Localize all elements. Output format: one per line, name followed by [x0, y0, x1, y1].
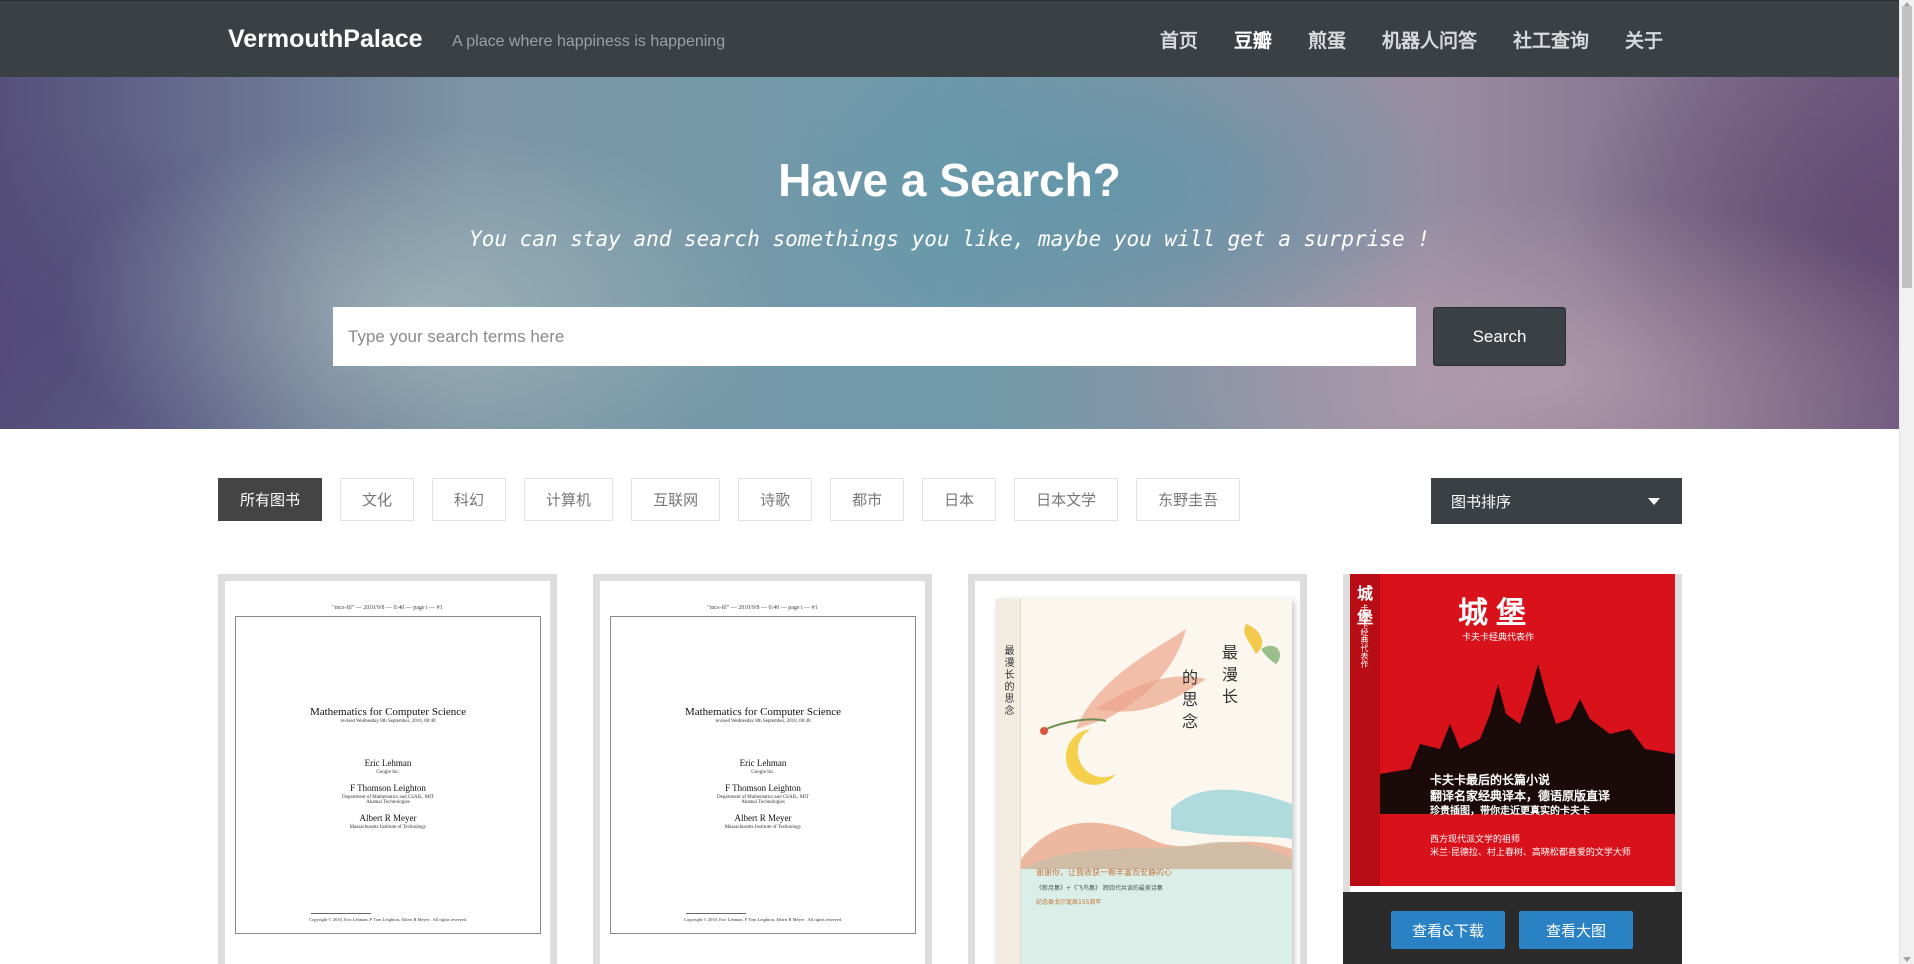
- pdf-author: Eric Lehman: [739, 758, 787, 768]
- nav-item-jandan[interactable]: 煎蛋: [1290, 26, 1364, 53]
- pdf-author: F Thomson Leighton: [725, 783, 801, 793]
- filter-scifi[interactable]: 科幻: [432, 478, 507, 521]
- promo-line: 珍贵插图，带你走近更真实的卡夫卡: [1430, 806, 1590, 817]
- pdf-frame: Mathematics for Computer Science revised…: [235, 616, 541, 934]
- book-promo: 卡夫卡最后的长篇小说 翻译名家经典译本，德语原版直译 珍贵插图，带你走近更真实的…: [1430, 772, 1610, 820]
- sort-label: 图书排序: [1451, 492, 1512, 511]
- book-spine: 最漫长的思念: [996, 599, 1021, 964]
- book-card[interactable]: "mcs-ftl" — 2010/9/8 — 0:40 — page i — #…: [593, 574, 932, 964]
- nav-item-robot-qa[interactable]: 机器人问答: [1364, 26, 1495, 53]
- pdf-affiliation: Department of Mathematics and CSAIL, MIT…: [717, 795, 809, 805]
- pdf-frame: Mathematics for Computer Science revised…: [610, 616, 916, 934]
- pdf-title: Mathematics for Computer Science: [309, 706, 467, 718]
- filter-higashino-keigo[interactable]: 东野圭吾: [1136, 478, 1241, 521]
- pdf-affiliation: Google Inc.: [751, 770, 775, 775]
- book-subtitle: 纪念泰戈尔诞辰155周年: [1036, 899, 1102, 906]
- book-title: 城堡: [1458, 596, 1534, 631]
- pdf-revised: revised Wednesday 8th September, 2010, 0…: [715, 719, 811, 724]
- view-download-button[interactable]: 查看&下载: [1391, 911, 1505, 949]
- main-nav: 首页 豆瓣 煎蛋 机器人问答 社工查询 关于: [1142, 1, 1681, 78]
- filter-computer[interactable]: 计算机: [524, 478, 614, 521]
- search-input[interactable]: [333, 307, 1416, 366]
- promo-line: 翻译名家经典译本，德语原版直译: [1430, 789, 1611, 803]
- book-cover-art: 城堡 卡夫卡经典代表作 城堡 卡夫卡经典代表作 卡夫卡最后的长篇小说 翻译名家经…: [1350, 574, 1675, 886]
- spine-title: 最漫长的思念: [1002, 645, 1013, 717]
- author-line: 西方现代派文学的祖师: [1430, 835, 1521, 845]
- book-authors: 西方现代派文学的祖师 米兰·昆德拉、村上春树、高晓松都喜爱的文学大师: [1430, 834, 1631, 860]
- filter-poetry[interactable]: 诗歌: [738, 478, 813, 521]
- filter-all-books[interactable]: 所有图书: [218, 478, 323, 521]
- filter-japan[interactable]: 日本: [922, 478, 997, 521]
- view-large-image-button[interactable]: 查看大图: [1519, 911, 1633, 949]
- caret-down-icon: [1648, 498, 1660, 505]
- nav-item-social-lookup[interactable]: 社工查询: [1495, 26, 1607, 53]
- sort-dropdown[interactable]: 图书排序: [1431, 478, 1682, 524]
- book-cover: "mcs-ftl" — 2010/9/8 — 0:40 — page i — #…: [600, 581, 925, 964]
- pdf-divider: [311, 913, 371, 914]
- nav-item-home[interactable]: 首页: [1142, 26, 1216, 53]
- book-title-part: 的思念: [1179, 669, 1198, 735]
- book-card[interactable]: 城堡 卡夫卡经典代表作 城堡 卡夫卡经典代表作 卡夫卡最后的长篇小说 翻译名家经…: [1343, 574, 1682, 964]
- pdf-copyright: Copyright © 2010, Eric Lehman, F Tom Lei…: [308, 917, 468, 922]
- promo-line: 卡夫卡最后的长篇小说: [1430, 773, 1551, 787]
- author-line: 米兰·昆德拉、村上春树、高晓松都喜爱的文学大师: [1430, 848, 1631, 858]
- pdf-affiliation: Massachusetts Institute of Technology: [724, 825, 802, 830]
- pdf-divider: [686, 913, 746, 914]
- hero-subtitle: You can stay and search somethings you l…: [469, 227, 1430, 251]
- spine-subtitle: 卡夫卡经典代表作: [1360, 604, 1369, 668]
- book-cover: "mcs-ftl" — 2010/9/8 — 0:40 — page i — #…: [225, 581, 550, 964]
- pdf-affiliation: Department of Mathematics and CSAIL, MIT…: [342, 795, 434, 805]
- nav-item-about[interactable]: 关于: [1607, 26, 1681, 53]
- search-button[interactable]: Search: [1433, 307, 1566, 366]
- book-slogan: 谢谢你，让我收获一颗丰富而安静的心: [1036, 868, 1172, 877]
- book-spine: 城堡 卡夫卡经典代表作: [1350, 574, 1380, 886]
- filter-japanese-literature[interactable]: 日本文学: [1014, 478, 1119, 521]
- pdf-author: Albert R Meyer: [359, 813, 417, 823]
- filter-urban[interactable]: 都市: [830, 478, 905, 521]
- hero-banner: Have a Search? You can stay and search s…: [0, 77, 1899, 429]
- pdf-header: "mcs-ftl" — 2010/9/8 — 0:40 — page i — #…: [332, 605, 443, 611]
- book-cover-art: 最漫长的思念 最漫长 的思念 谢谢你，让我收获一颗丰富而安静的心 《新月集》+《…: [996, 599, 1292, 964]
- book-action-bar: 查看&下载 查看大图: [1343, 892, 1682, 964]
- scroll-down-icon[interactable]: [1903, 957, 1911, 962]
- landscape-illustration-icon: [1021, 789, 1292, 879]
- hero-title: Have a Search?: [778, 154, 1121, 206]
- book-title-part: 最漫长: [1219, 644, 1238, 710]
- nav-item-douban[interactable]: 豆瓣: [1216, 26, 1290, 53]
- category-filters: 所有图书 文化 科幻 计算机 互联网 诗歌 都市 日本 日本文学 东野圭吾: [218, 478, 1241, 521]
- pdf-title: Mathematics for Computer Science: [684, 706, 842, 718]
- pdf-author: Albert R Meyer: [734, 813, 792, 823]
- filter-internet[interactable]: 互联网: [631, 478, 721, 521]
- pdf-copyright: Copyright © 2010, Eric Lehman, F Tom Lei…: [683, 917, 843, 922]
- brand-logo[interactable]: VermouthPalace: [228, 25, 423, 54]
- book-subtitle: 《新月集》+《飞鸟集》 跨四代共读的最美诗集: [1036, 885, 1163, 892]
- book-card[interactable]: 最漫长的思念 最漫长 的思念 谢谢你，让我收获一颗丰富而安静的心 《新月集》+《…: [968, 574, 1307, 964]
- page-scrollbar[interactable]: [1899, 0, 1914, 964]
- top-navbar: VermouthPalace A place where happiness i…: [0, 0, 1899, 77]
- scrollbar-thumb[interactable]: [1902, 6, 1912, 288]
- book-card[interactable]: "mcs-ftl" — 2010/9/8 — 0:40 — page i — #…: [218, 574, 557, 964]
- pdf-author: Eric Lehman: [364, 758, 412, 768]
- pdf-header: "mcs-ftl" — 2010/9/8 — 0:40 — page i — #…: [707, 605, 818, 611]
- book-cover: 最漫长的思念 最漫长 的思念 谢谢你，让我收获一颗丰富而安静的心 《新月集》+《…: [975, 581, 1300, 964]
- pdf-revised: revised Wednesday 8th September, 2010, 0…: [340, 719, 436, 724]
- brand-tagline: A place where happiness is happening: [452, 33, 726, 50]
- pdf-affiliation: Massachusetts Institute of Technology: [349, 825, 427, 830]
- book-subtitle: 卡夫卡经典代表作: [1462, 633, 1535, 643]
- filter-culture[interactable]: 文化: [340, 478, 415, 521]
- pdf-affiliation: Google Inc.: [376, 770, 400, 775]
- pdf-author: F Thomson Leighton: [350, 783, 426, 793]
